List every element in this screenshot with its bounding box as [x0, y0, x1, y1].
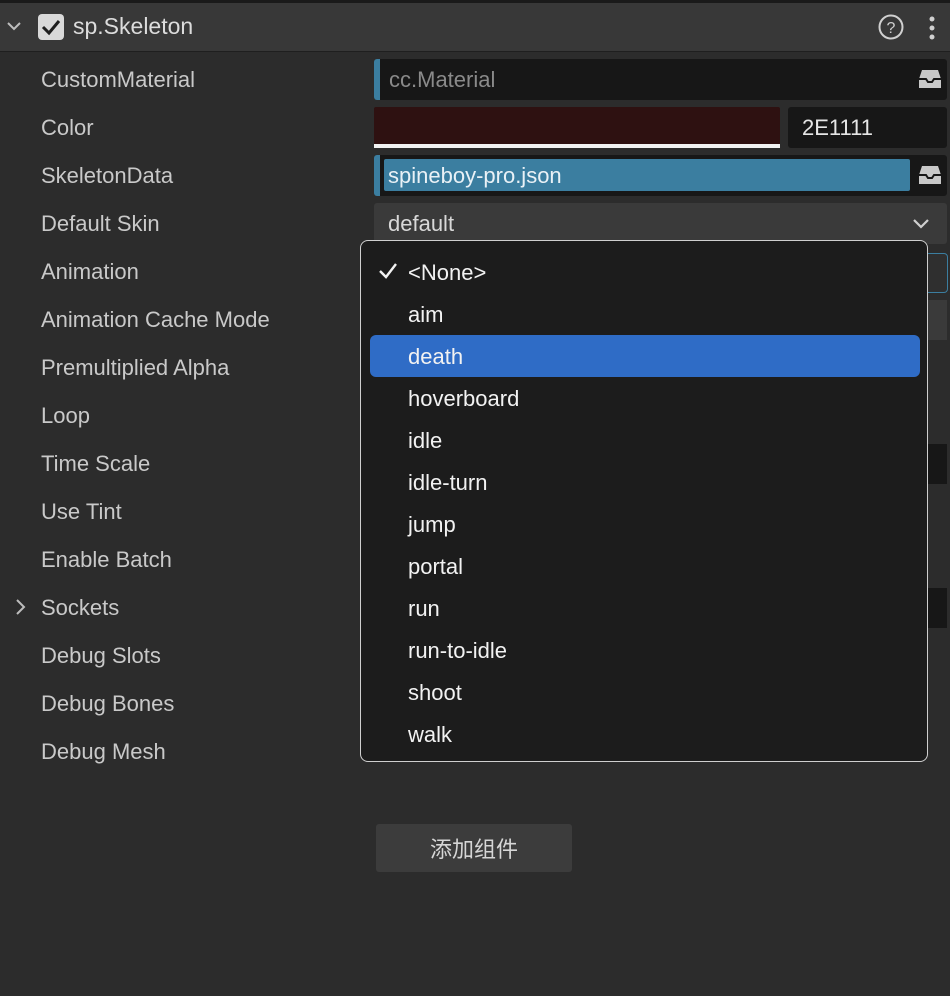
- label-debug-mesh: Debug Mesh: [41, 739, 166, 764]
- vertical-ellipsis-icon[interactable]: [924, 14, 940, 42]
- color-hex-value: 2E1111: [802, 115, 873, 140]
- menu-item-death[interactable]: death: [370, 335, 920, 377]
- menu-item-idle[interactable]: idle: [370, 419, 920, 461]
- component-enabled-checkbox[interactable]: [38, 14, 64, 40]
- help-circle-icon[interactable]: ?: [878, 14, 904, 40]
- menu-item-label: jump: [408, 512, 456, 537]
- label-use-tint: Use Tint: [41, 499, 122, 524]
- menu-item-idle-turn[interactable]: idle-turn: [370, 461, 920, 503]
- skeleton-data-value: spineboy-pro.json: [388, 163, 562, 188]
- chevron-down-icon: [913, 219, 929, 229]
- label-enable-batch: Enable Batch: [41, 547, 172, 572]
- time-scale-input-edge[interactable]: [928, 444, 947, 484]
- menu-item-none[interactable]: <None>: [370, 251, 920, 293]
- menu-item-walk[interactable]: walk: [370, 713, 920, 755]
- label-custom-material: CustomMaterial: [41, 67, 196, 92]
- menu-item-aim[interactable]: aim: [370, 293, 920, 335]
- animation-select-edge[interactable]: [928, 253, 948, 293]
- component-header[interactable]: sp.Skeleton ?: [0, 3, 950, 52]
- label-premultiplied-alpha: Premultiplied Alpha: [41, 355, 230, 380]
- menu-item-label: death: [408, 344, 464, 369]
- label-skeleton-data: SkeletonData: [41, 163, 174, 188]
- menu-item-label: idle-turn: [408, 470, 488, 495]
- skeleton-data-field[interactable]: spineboy-pro.json: [374, 155, 947, 196]
- color-alpha-bar: [374, 144, 780, 148]
- color-hex-input[interactable]: 2E1111: [788, 107, 947, 148]
- menu-item-portal[interactable]: portal: [370, 545, 920, 587]
- chevron-down-icon[interactable]: [6, 18, 22, 34]
- skeleton-data-chip[interactable]: spineboy-pro.json: [384, 159, 910, 191]
- default-skin-select[interactable]: default: [374, 203, 947, 244]
- component-title: sp.Skeleton: [73, 13, 194, 39]
- menu-item-label: run: [408, 596, 440, 621]
- menu-item-hoverboard[interactable]: hoverboard: [370, 377, 920, 419]
- menu-item-shoot[interactable]: shoot: [370, 671, 920, 713]
- label-color: Color: [41, 115, 94, 140]
- checkmark-icon: [379, 263, 397, 279]
- checkbox-checked-icon: [41, 20, 61, 36]
- animation-dropdown-menu: <None> aim death hoverboard idle idle-tu…: [360, 240, 928, 762]
- color-swatch[interactable]: [374, 107, 780, 148]
- sockets-field-edge: [928, 588, 947, 628]
- menu-item-label: <None>: [408, 260, 487, 285]
- menu-item-label: aim: [408, 302, 444, 327]
- label-loop: Loop: [41, 403, 90, 428]
- inbox-tray-icon[interactable]: [918, 68, 942, 90]
- menu-item-label: idle: [408, 428, 443, 453]
- menu-item-label: shoot: [408, 680, 462, 705]
- inbox-tray-icon[interactable]: [918, 164, 942, 186]
- label-animation-cache-mode: Animation Cache Mode: [41, 307, 270, 332]
- menu-item-label: walk: [408, 722, 453, 747]
- label-time-scale: Time Scale: [41, 451, 151, 476]
- default-skin-value: default: [388, 211, 455, 236]
- menu-item-run-to-idle[interactable]: run-to-idle: [370, 629, 920, 671]
- label-sockets[interactable]: Sockets: [41, 595, 119, 621]
- menu-item-label: portal: [408, 554, 464, 579]
- cache-mode-select-edge[interactable]: [928, 300, 947, 340]
- chevron-right-icon[interactable]: [12, 598, 28, 616]
- menu-item-label: run-to-idle: [408, 638, 508, 663]
- svg-text:?: ?: [887, 20, 896, 37]
- label-default-skin: Default Skin: [41, 211, 160, 236]
- menu-item-label: hoverboard: [408, 386, 520, 411]
- label-debug-slots: Debug Slots: [41, 643, 161, 668]
- menu-item-jump[interactable]: jump: [370, 503, 920, 545]
- add-component-button[interactable]: 添加组件: [376, 824, 572, 872]
- label-debug-bones: Debug Bones: [41, 691, 175, 716]
- menu-item-run[interactable]: run: [370, 587, 920, 629]
- custom-material-field[interactable]: cc.Material: [374, 59, 947, 100]
- label-animation: Animation: [41, 259, 139, 284]
- custom-material-placeholder: cc.Material: [389, 67, 496, 92]
